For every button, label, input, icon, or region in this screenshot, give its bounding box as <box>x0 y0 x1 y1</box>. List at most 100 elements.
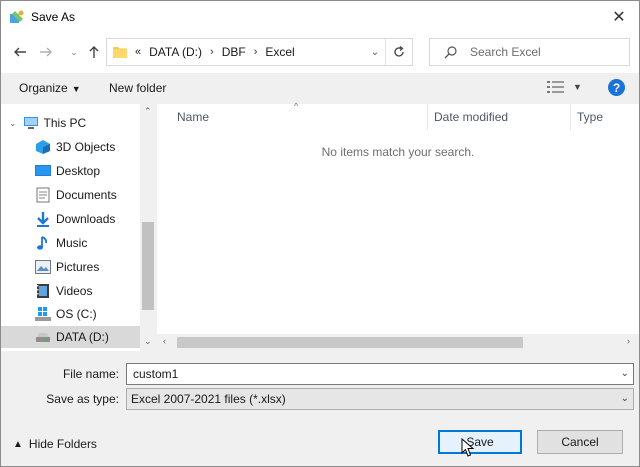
file-pane-scroll-thumb[interactable] <box>177 337 523 348</box>
recent-locations-button[interactable]: ⌄ <box>63 41 85 63</box>
chevron-down-icon: ⌄ <box>70 46 78 57</box>
drive-c-icon <box>35 306 51 322</box>
arrow-left-icon <box>14 47 26 57</box>
drive-d-icon <box>35 329 51 345</box>
column-header-date-modified[interactable]: Date modified <box>434 110 508 124</box>
scroll-left-icon[interactable]: ‹ <box>163 336 166 346</box>
nav-label-videos: Videos <box>56 284 93 298</box>
address-bar[interactable]: « DATA (D:) › DBF › Excel ⌄ <box>106 38 413 66</box>
nav-item-downloads[interactable]: Downloads <box>1 208 156 230</box>
downloads-icon <box>35 211 51 227</box>
nav-label-desktop: Desktop <box>56 164 101 178</box>
file-pane-horizontal-scrollbar[interactable]: ‹ › <box>157 334 639 351</box>
nav-label-os-c: OS (C:) <box>56 307 97 321</box>
breadcrumb-separator-icon[interactable]: › <box>210 46 214 58</box>
nav-label-documents: Documents <box>56 188 117 202</box>
navigation-bar: ⌄ « DATA (D:) › DBF › Excel ⌄ <box>1 33 639 73</box>
breadcrumb-data-drive[interactable]: DATA (D:) <box>149 45 202 59</box>
chevron-down-icon[interactable]: ⌄ <box>621 393 629 404</box>
hide-folders-button[interactable]: ▲ Hide Folders <box>13 437 97 451</box>
column-divider[interactable] <box>570 104 571 130</box>
column-header-name[interactable]: Name <box>177 110 209 124</box>
refresh-button[interactable] <box>385 39 412 65</box>
close-button[interactable]: ✕ <box>607 5 631 29</box>
save-as-type-select[interactable]: Excel 2007-2021 files (*.xlsx) ⌄ <box>126 388 634 410</box>
new-folder-label: New folder <box>109 81 167 95</box>
mouse-pointer-icon <box>461 438 475 457</box>
nav-item-music[interactable]: Music <box>1 232 156 254</box>
organize-button[interactable]: Organize ▼ <box>19 81 81 95</box>
nav-item-os-c[interactable]: OS (C:) <box>1 303 156 325</box>
nav-pane-scroll-thumb[interactable] <box>142 222 154 310</box>
refresh-icon <box>394 46 404 57</box>
nav-label-pictures: Pictures <box>56 260 100 274</box>
3d-objects-icon <box>35 139 51 155</box>
close-icon: ✕ <box>612 9 626 26</box>
caret-up-icon: ▲ <box>13 438 23 450</box>
breadcrumb-separator-icon[interactable]: › <box>254 46 258 58</box>
nav-item-pictures[interactable]: Pictures <box>1 256 156 278</box>
pc-icon <box>23 115 39 131</box>
nav-item-documents[interactable]: Documents <box>1 184 156 206</box>
save-button[interactable]: Save <box>438 430 522 454</box>
back-button[interactable] <box>9 41 31 63</box>
help-button[interactable]: ? <box>608 79 625 96</box>
nav-item-3d-objects[interactable]: 3D Objects <box>1 136 156 158</box>
column-divider[interactable] <box>427 104 428 130</box>
help-icon: ? <box>612 80 621 95</box>
search-box[interactable] <box>429 38 630 66</box>
view-details-icon <box>547 81 564 93</box>
file-name-input[interactable] <box>131 366 605 382</box>
caret-down-icon: ▼ <box>71 84 81 94</box>
column-header-type[interactable]: Type <box>577 110 603 124</box>
search-icon <box>444 46 457 59</box>
title-bar: Save As ✕ <box>1 1 639 33</box>
nav-item-desktop[interactable]: Desktop <box>1 160 156 182</box>
nav-label-music: Music <box>56 236 88 250</box>
file-name-combobox[interactable]: ⌄ <box>126 363 634 385</box>
nav-label-downloads: Downloads <box>56 212 116 226</box>
window-title: Save As <box>31 10 76 24</box>
caret-down-icon: ▼ <box>573 82 582 92</box>
scroll-right-icon[interactable]: › <box>627 336 630 346</box>
search-input[interactable] <box>468 44 622 60</box>
arrow-right-icon <box>40 47 52 57</box>
breadcrumb-dbf[interactable]: DBF <box>222 45 246 59</box>
nav-label-data-d: DATA (D:) <box>56 330 109 344</box>
navigation-pane: ⌄ This PC 3D Objects Desktop Documents D… <box>1 104 156 351</box>
scroll-down-icon[interactable]: ⌄ <box>144 336 152 347</box>
forward-button[interactable] <box>35 41 57 63</box>
new-folder-button[interactable]: New folder <box>109 81 166 95</box>
videos-icon <box>35 283 51 299</box>
save-as-type-label: Save as type: <box>46 392 119 406</box>
save-as-dialog: Save As ✕ ⌄ « DATA (D:) › DBF › Excel ⌄ <box>0 0 640 467</box>
cancel-button[interactable]: Cancel <box>537 430 623 454</box>
file-list-pane: ^ Name Date modified Type No items match… <box>157 101 639 351</box>
music-icon <box>35 235 51 251</box>
desktop-icon <box>35 163 51 179</box>
pictures-icon <box>35 259 51 275</box>
folder-icon <box>113 47 127 58</box>
toolbar: Organize ▼ New folder <box>1 73 639 103</box>
chevron-down-icon[interactable]: ⌄ <box>621 368 629 379</box>
breadcrumb-overflow[interactable]: « <box>135 46 141 58</box>
nav-item-data-d[interactable]: DATA (D:) <box>1 326 141 348</box>
nav-label-3d-objects: 3D Objects <box>56 140 116 154</box>
file-name-label: File name: <box>62 367 119 381</box>
change-view-button[interactable]: ▼ <box>547 81 582 93</box>
save-as-type-value: Excel 2007-2021 files (*.xlsx) <box>131 392 286 406</box>
empty-folder-message: No items match your search. <box>321 145 475 159</box>
nav-pane-scrollbar[interactable]: ⌃ ⌄ <box>140 104 156 351</box>
up-button[interactable] <box>83 41 105 63</box>
breadcrumb-excel[interactable]: Excel <box>265 45 294 59</box>
app-icon <box>10 10 24 23</box>
documents-icon <box>35 187 51 203</box>
hide-folders-label: Hide Folders <box>28 437 97 451</box>
chevron-down-icon: ⌄ <box>9 117 17 128</box>
scroll-up-icon[interactable]: ⌃ <box>144 106 152 117</box>
nav-item-videos[interactable]: Videos <box>1 280 156 302</box>
organize-label: Organize <box>19 81 68 95</box>
sort-ascending-icon: ^ <box>294 101 299 111</box>
nav-item-this-pc[interactable]: ⌄ This PC <box>1 112 149 134</box>
address-dropdown-icon[interactable]: ⌄ <box>369 45 381 59</box>
